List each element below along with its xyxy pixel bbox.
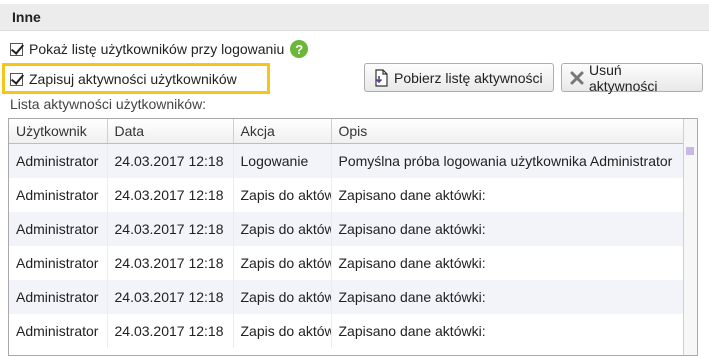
cell-user: Administrator	[9, 178, 108, 212]
table-row[interactable]: Administrator 24.03.2017 12:18 Zapis do …	[9, 246, 685, 280]
cell-date: 24.03.2017 12:18	[107, 178, 234, 212]
section-header: Inne	[0, 4, 709, 31]
activity-table: Użytkownik Data Akcja Opis Administrator…	[8, 118, 698, 356]
show-users-label: Pokaż listę użytkowników przy logowaniu	[29, 41, 285, 57]
cell-description: Zapisano dane aktówki:	[331, 212, 685, 246]
cell-user: Administrator	[9, 314, 108, 348]
table-row[interactable]: Administrator 24.03.2017 12:18 Logowanie…	[9, 143, 685, 178]
cell-description: Zapisano dane aktówki:	[331, 314, 685, 348]
delete-activity-label: Usuń aktywności	[589, 61, 658, 94]
cell-action: Logowanie	[233, 143, 332, 178]
cell-description: Zapisano dane aktówki:	[331, 246, 685, 280]
show-users-checkbox[interactable]	[10, 42, 23, 56]
table-header-row: Użytkownik Data Akcja Opis	[9, 119, 685, 144]
table-scrollbar[interactable]	[683, 119, 697, 355]
log-activity-option[interactable]: Zapisuj aktywności użytkowników	[10, 71, 237, 87]
cell-description: Pomyślna próba logowania użytkownika Adm…	[331, 143, 685, 178]
log-activity-checkbox[interactable]	[10, 72, 23, 86]
cell-date: 24.03.2017 12:18	[107, 246, 234, 280]
delete-x-icon	[570, 71, 584, 85]
cell-user: Administrator	[9, 143, 108, 178]
cell-description: Zapisano dane aktówki:	[331, 280, 685, 314]
delete-activity-button[interactable]: Usuń aktywności	[561, 61, 703, 94]
download-activity-button[interactable]: Pobierz listę aktywności	[364, 63, 554, 92]
cell-action: Zapis do aktówki	[233, 246, 332, 280]
table-row[interactable]: Administrator 24.03.2017 12:18 Zapis do …	[9, 178, 685, 212]
help-icon[interactable]: ?	[290, 40, 309, 58]
table-row[interactable]: Administrator 24.03.2017 12:18 Zapis do …	[9, 314, 685, 348]
cell-user: Administrator	[9, 280, 108, 314]
section-title: Inne	[12, 9, 41, 25]
column-header-date[interactable]: Data	[107, 119, 234, 144]
download-document-icon	[373, 68, 389, 87]
table-row[interactable]: Administrator 24.03.2017 12:18 Zapis do …	[9, 280, 685, 314]
table-row[interactable]: Administrator 24.03.2017 12:18 Zapis do …	[9, 212, 685, 246]
cell-date: 24.03.2017 12:18	[107, 212, 234, 246]
column-header-action[interactable]: Akcja	[233, 119, 332, 144]
cell-action: Zapis do aktówki	[233, 178, 332, 212]
cell-description: Zapisano dane aktówki:	[331, 178, 685, 212]
column-header-description[interactable]: Opis	[331, 119, 685, 144]
cell-date: 24.03.2017 12:18	[107, 314, 234, 348]
cell-action: Zapis do aktówki	[233, 280, 332, 314]
scrollbar-thumb[interactable]	[686, 147, 694, 155]
cell-action: Zapis do aktówki	[233, 212, 332, 246]
cell-date: 24.03.2017 12:18	[107, 143, 234, 178]
column-header-user[interactable]: Użytkownik	[9, 119, 108, 144]
activity-list-label: Lista aktywności użytkowników:	[10, 96, 207, 112]
log-activity-label: Zapisuj aktywności użytkowników	[29, 71, 237, 87]
download-activity-label: Pobierz listę aktywności	[394, 69, 543, 86]
cell-date: 24.03.2017 12:18	[107, 280, 234, 314]
show-users-option[interactable]: Pokaż listę użytkowników przy logowaniu …	[10, 40, 309, 58]
cell-action: Zapis do aktówki	[233, 314, 332, 348]
cell-user: Administrator	[9, 212, 108, 246]
cell-user: Administrator	[9, 246, 108, 280]
